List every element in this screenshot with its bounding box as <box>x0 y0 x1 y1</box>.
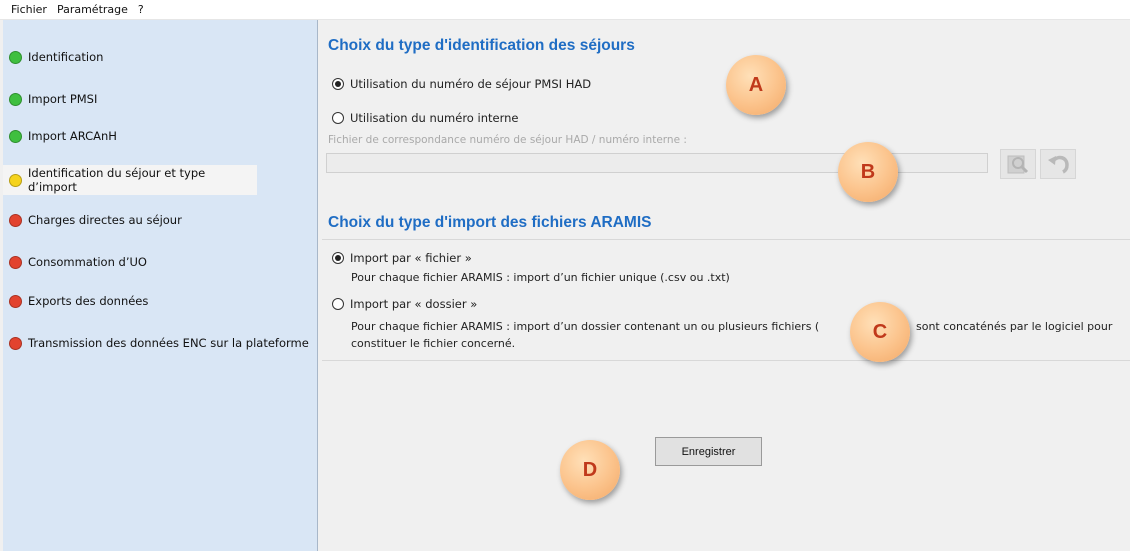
radio-pmsi-control[interactable] <box>332 78 344 90</box>
status-green-icon <box>9 129 22 143</box>
callout-c: C <box>850 302 910 362</box>
radio-import-file-label: Import par « fichier » <box>350 251 472 265</box>
status-red-icon <box>9 336 22 350</box>
status-red-icon <box>9 294 22 308</box>
import-folder-description-part1: Pour chaque fichier ARAMIS : import d’un… <box>351 320 820 333</box>
radio-pmsi-label: Utilisation du numéro de séjour PMSI HAD <box>350 77 592 91</box>
sidebar-item-label: Exports des données <box>28 294 149 308</box>
sidebar: Identification Import PMSI Import ARCAnH… <box>3 20 318 551</box>
undo-icon <box>1048 155 1069 174</box>
sidebar-item-transmission[interactable]: Transmission des données ENC sur la plat… <box>3 328 315 358</box>
sidebar-item-label: Identification du séjour et type d’impor… <box>28 166 206 194</box>
callout-b: B <box>838 142 898 202</box>
sidebar-item-label: Import PMSI <box>28 92 98 106</box>
sidebar-item-label: Charges directes au séjour <box>28 213 182 227</box>
radio-import-file[interactable]: Import par « fichier » <box>332 251 472 265</box>
status-yellow-icon <box>9 173 22 187</box>
sidebar-item-identification[interactable]: Identification <box>3 42 315 72</box>
radio-import-file-control[interactable] <box>332 252 344 264</box>
file-mapping-label: Fichier de correspondance numéro de séjo… <box>328 134 687 146</box>
status-green-icon <box>9 50 22 64</box>
radio-import-folder-label: Import par « dossier » <box>350 297 478 311</box>
sidebar-item-import-arcanh[interactable]: Import ARCAnH <box>3 121 315 151</box>
import-type-title: Choix du type d'import des fichiers ARAM… <box>328 214 652 231</box>
main-panel: Choix du type d'identification des séjou… <box>319 20 1130 551</box>
status-red-icon <box>9 213 22 227</box>
browse-file-button[interactable] <box>1000 149 1036 179</box>
sidebar-item-import-pmsi[interactable]: Import PMSI <box>3 84 315 114</box>
radio-pmsi[interactable]: Utilisation du numéro de séjour PMSI HAD <box>332 77 591 91</box>
menu-parametrage[interactable]: Paramétrage <box>52 3 133 16</box>
callout-a: A <box>726 55 786 115</box>
search-file-icon <box>1007 155 1029 174</box>
identification-title: Choix du type d'identification des séjou… <box>328 37 635 54</box>
radio-internal-control[interactable] <box>332 112 344 124</box>
callout-d: D <box>560 440 620 500</box>
sidebar-item-identification-sejour[interactable]: Identification du séjour et type d’impor… <box>3 165 257 195</box>
radio-internal-label: Utilisation du numéro interne <box>350 111 519 125</box>
radio-internal[interactable]: Utilisation du numéro interne <box>332 111 518 125</box>
undo-button[interactable] <box>1040 149 1076 179</box>
sidebar-item-label: Transmission des données ENC sur la plat… <box>28 336 309 350</box>
menu-fichier[interactable]: Fichier <box>6 3 52 16</box>
menu-bar: Fichier Paramétrage ? <box>0 0 1130 20</box>
save-button[interactable]: Enregistrer <box>655 437 762 466</box>
status-green-icon <box>9 92 22 106</box>
import-folder-description-part2: sont concaténés par le logiciel pour <box>916 320 1113 333</box>
sidebar-item-consommation-uo[interactable]: Consommation d’UO <box>3 247 315 277</box>
radio-import-folder-control[interactable] <box>332 298 344 310</box>
sidebar-item-charges-directes[interactable]: Charges directes au séjour <box>3 205 315 235</box>
radio-import-folder[interactable]: Import par « dossier » <box>332 297 477 311</box>
import-folder-description-line2: constituer le fichier concerné. <box>351 337 516 350</box>
sidebar-item-exports[interactable]: Exports des données <box>3 286 315 316</box>
import-file-description: Pour chaque fichier ARAMIS : import d’un… <box>351 271 730 284</box>
sidebar-item-label: Import ARCAnH <box>28 129 117 143</box>
sidebar-item-label: Identification <box>28 50 104 64</box>
menu-help[interactable]: ? <box>133 3 149 16</box>
status-red-icon <box>9 255 22 269</box>
sidebar-item-label: Consommation d’UO <box>28 255 147 269</box>
